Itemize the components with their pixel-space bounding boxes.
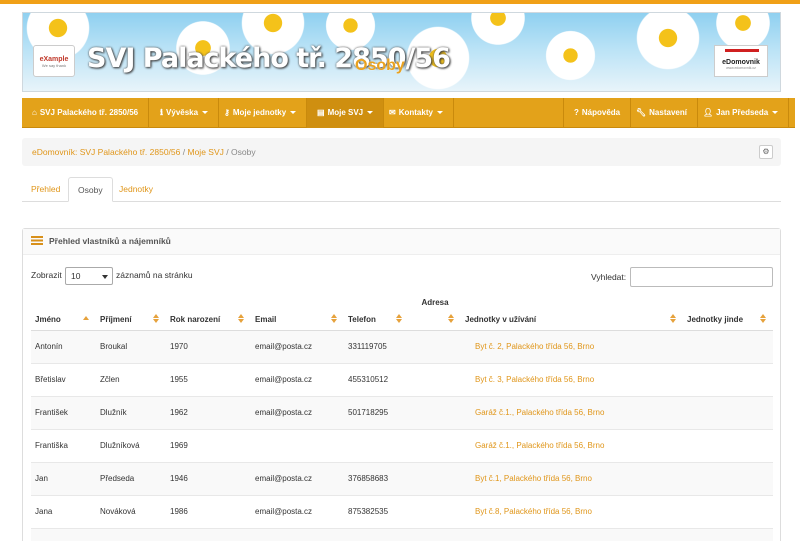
tab-osoby[interactable]: Osoby: [68, 177, 113, 202]
caret-down-icon: [202, 111, 209, 115]
nav-vyveska[interactable]: ℹ Vývěska: [150, 98, 220, 128]
user-icon: 👤︎: [703, 108, 714, 117]
people-table: Jméno Příjmení Rok narození Email Telefo…: [31, 295, 773, 541]
nav-napoveda[interactable]: ? Nápověda: [563, 98, 632, 128]
unit-link[interactable]: Byt č.8, Palackého třída 56, Brno: [461, 494, 683, 528]
page-subtitle: Osoby: [355, 57, 405, 74]
help-icon: ?: [574, 108, 579, 117]
breadcrumb: eDomovník: SVJ Palackého tř. 2850/56 / M…: [22, 138, 781, 166]
people-panel: Přehled vlastníků a nájemníků Zobrazit 1…: [22, 228, 781, 541]
col-telefon[interactable]: Telefon: [344, 295, 409, 331]
sort-icon: [448, 313, 455, 323]
building-icon: ▤: [317, 108, 325, 117]
info-icon: ℹ: [160, 108, 164, 117]
col-prijmeni[interactable]: Příjmení: [96, 295, 166, 331]
main-navbar: ⌂ SVJ Palackého tř. 2850/56 ℹ Vývěska ⚷ Moj…: [22, 98, 795, 128]
page-size-select[interactable]: 10: [65, 267, 113, 285]
sort-icon: [153, 313, 160, 323]
site-header: eXample We say thank SVJ Palackého tř. 28…: [22, 12, 781, 92]
caret-down-icon: [290, 111, 297, 115]
nav-moje-jednotky[interactable]: ⚷ Moje jednotky: [214, 98, 308, 128]
tab-bar: Přehled Osoby Jednotky: [22, 177, 781, 202]
col-adresa[interactable]: Adresa: [409, 295, 461, 331]
partner-logo[interactable]: eXample We say thank: [33, 45, 75, 77]
table-row: Františka Dlužníková 1969 Garáž č.1., Palac…: [31, 428, 773, 462]
tab-prehled[interactable]: Přehled: [22, 177, 69, 202]
edomovnik-logo[interactable]: eDomovnik www.edomovnik.cz: [714, 45, 768, 77]
nav-nastaveni[interactable]: 🔧︎ Nastavení: [626, 98, 698, 128]
col-jmeno[interactable]: Jméno: [31, 295, 96, 331]
table-row: Břetislav Zčlen 1955 email@posta.cz 45531051…: [31, 362, 773, 396]
table-row: Antonín Broukal 1970 email@posta.cz 33111970…: [31, 329, 773, 363]
table-row: Jan Předseda 1946 email@posta.cz 376858683 By…: [31, 461, 773, 495]
nav-kontakty[interactable]: ✉ Kontakty: [379, 98, 454, 128]
caret-down-icon: [772, 111, 779, 115]
home-icon: ⌂: [32, 108, 37, 117]
tab-jednotky[interactable]: Jednotky: [110, 177, 162, 202]
gear-icon: ⚙: [762, 147, 770, 156]
table-row: Jana Nováková 1986 email@posta.cz 875382535 B…: [31, 494, 773, 528]
settings-gear-button[interactable]: ⚙: [759, 145, 773, 159]
sort-asc-icon: [83, 314, 90, 323]
col-jednotky-jinde[interactable]: Jednotky jinde: [683, 295, 773, 331]
nav-user-menu[interactable]: 👤︎ Jan Předseda: [693, 98, 790, 128]
dropdown-arrow-icon: [102, 275, 108, 279]
caret-down-icon: [367, 111, 374, 115]
sort-icon: [670, 313, 677, 323]
unit-link[interactable]: Byt č. 3, Palackého třída 56, Brno: [461, 362, 683, 396]
per-page-label: záznamů na stránku: [116, 270, 193, 280]
caret-down-icon: [436, 111, 443, 115]
sort-icon: [238, 313, 245, 323]
sort-icon: [760, 313, 767, 323]
unit-link[interactable]: Garáž č.1., Palackého třída 56, Brno: [461, 428, 683, 462]
breadcrumb-svj-link[interactable]: Moje SVJ: [188, 147, 224, 157]
panel-title: Přehled vlastníků a nájemníků: [49, 236, 171, 246]
sort-icon: [396, 313, 403, 323]
key-icon: ⚷: [224, 108, 230, 117]
breadcrumb-separator: /: [226, 147, 229, 157]
breadcrumb-home-link[interactable]: eDomovník: SVJ Palackého tř. 2850/56: [32, 147, 180, 157]
search-label: Vyhledat:: [591, 272, 627, 282]
unit-link[interactable]: Byt č. 2, Palackého třída 56, Brno: [461, 329, 683, 363]
sort-icon: [331, 313, 338, 323]
panel-header: Přehled vlastníků a nájemníků: [23, 229, 780, 255]
envelope-icon: ✉: [389, 108, 396, 117]
unit-link[interactable]: [461, 527, 683, 541]
wrench-icon: 🔧︎: [636, 108, 647, 117]
unit-link[interactable]: Garáž č.1., Palackého třída 56, Brno: [461, 395, 683, 429]
table-row: František Dlužník 1962 email@posta.cz 501718…: [31, 395, 773, 429]
unit-link[interactable]: Byt č.1, Palackého třída 56, Brno: [461, 461, 683, 495]
breadcrumb-separator: /: [182, 147, 186, 157]
col-rok[interactable]: Rok narození: [166, 295, 251, 331]
col-jednotky[interactable]: Jednotky v užívání: [461, 295, 683, 331]
nav-home[interactable]: ⌂ SVJ Palackého tř. 2850/56: [22, 98, 150, 128]
search-input[interactable]: [630, 267, 773, 287]
show-label: Zobrazit: [31, 270, 62, 280]
breadcrumb-current: Osoby: [231, 147, 256, 157]
list-icon: [31, 236, 43, 245]
col-email[interactable]: Email: [251, 295, 344, 331]
table-row: JaroslavKontrolník1950email@posta.cz8912…: [31, 527, 773, 541]
top-accent-line: [0, 0, 800, 4]
nav-moje-svj[interactable]: ▤ Moje SVJ: [307, 98, 385, 128]
